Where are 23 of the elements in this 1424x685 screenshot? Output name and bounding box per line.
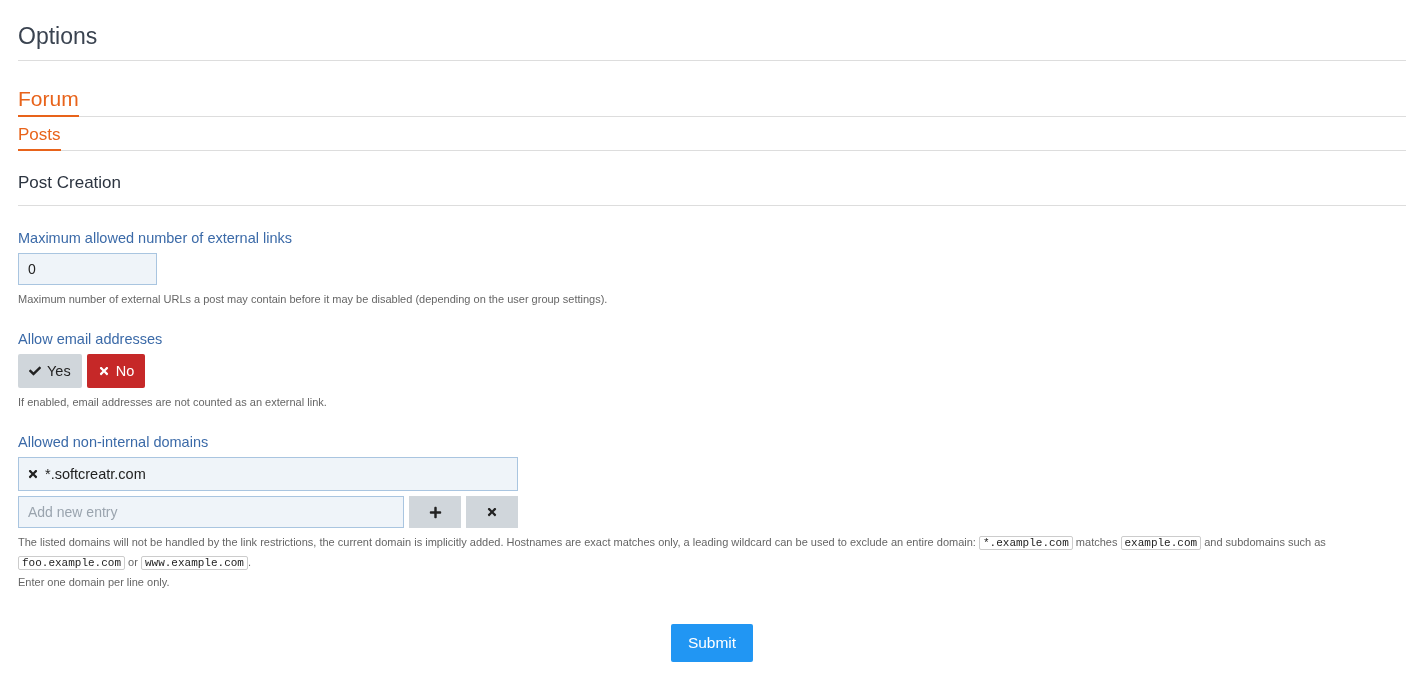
field-label: Maximum allowed number of external links — [18, 230, 293, 246]
field-label: Allowed non-internal domains — [18, 434, 210, 450]
breadcrumb-link[interactable]: Posts — [18, 125, 61, 151]
no-button[interactable]: No — [86, 354, 146, 388]
breadcrumb-link[interactable]: Forum — [18, 87, 79, 117]
new-entry-field[interactable]: Add new entry — [18, 496, 404, 528]
add-button[interactable] — [409, 496, 461, 528]
close-icon — [97, 365, 110, 377]
submit-button[interactable]: Submit — [670, 624, 754, 662]
field-label: Allow email addresses — [18, 331, 164, 347]
check-icon — [29, 365, 41, 377]
plus-icon — [428, 505, 442, 519]
yes-button[interactable]: Yes — [18, 354, 82, 388]
number-field[interactable]: 0 — [18, 253, 157, 285]
help-text: The listed domains will not be handled by the link restrictions, the current domain is implicitly added. Hostnames are exact matches only, a leading wildcard can be used to exclude an entire domain: *.example.com matches example.com and subdomains such as foo.example.com or www.example.com . Enter one domain per line only. — [18, 535, 1327, 590]
remove-icon[interactable] — [27, 468, 39, 480]
clear-button[interactable] — [466, 496, 518, 528]
help-text: If enabled, email addresses are not counted as an external link. — [18, 395, 328, 410]
page-title: Options — [18, 23, 1406, 61]
help-text: Maximum number of external URLs a post may contain before it may be disabled (depending on the user group settings). — [18, 292, 609, 307]
section-title: Post Creation — [18, 173, 1406, 206]
close-icon — [486, 506, 498, 518]
domain-text: *.softcreatr.com — [45, 466, 146, 482]
